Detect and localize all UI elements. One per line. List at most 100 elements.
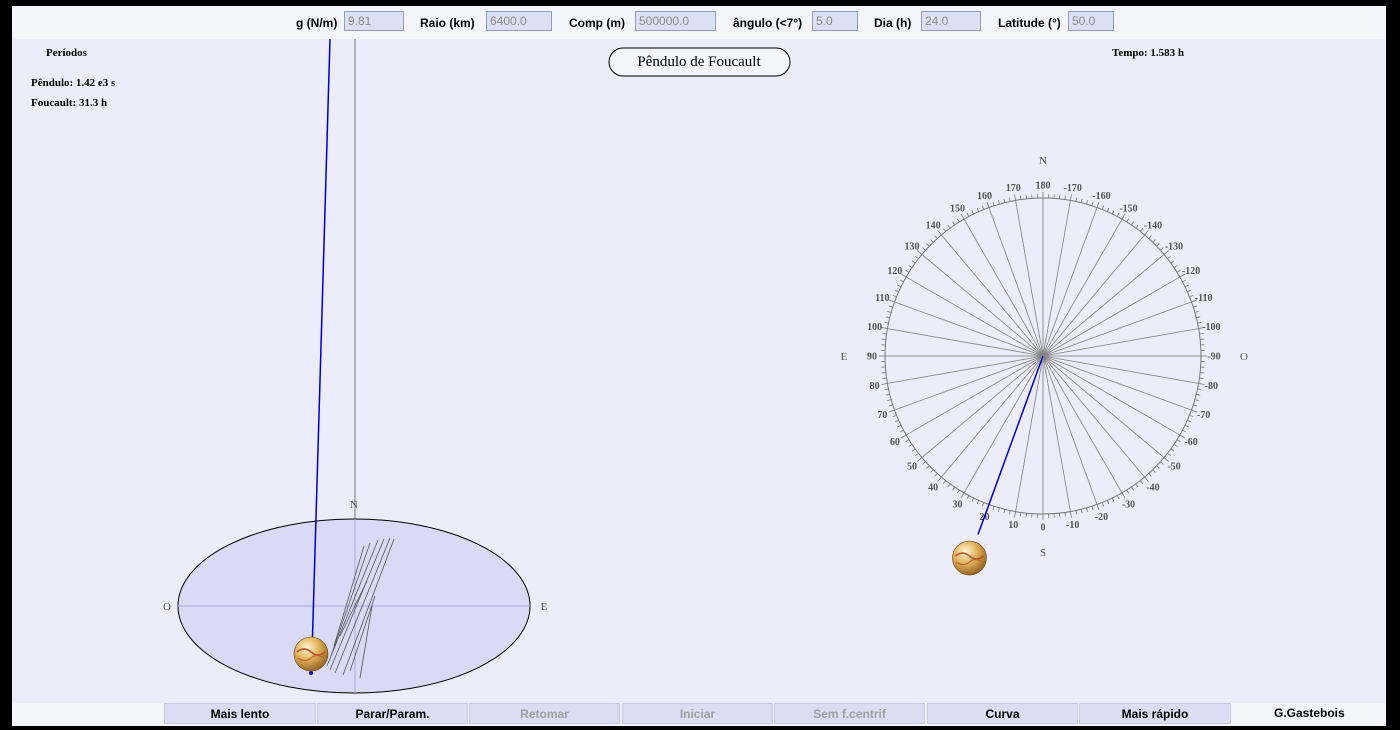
dial-tick: [881, 327, 888, 329]
dial-tick: [1199, 333, 1204, 335]
dial-tick: [992, 506, 995, 511]
dial-tick: [1156, 465, 1160, 469]
dial-tick: [884, 388, 889, 391]
dial-north-label: N: [1039, 155, 1047, 167]
slower-button[interactable]: Mais lento: [164, 703, 316, 724]
dial-degree-label: -90: [1207, 352, 1220, 363]
dial-tick: [1184, 424, 1189, 428]
dial-degree-label: 170: [1006, 183, 1021, 194]
dial-tick: [915, 255, 919, 260]
dial-tick: [976, 500, 980, 505]
dial-tick: [1014, 511, 1016, 518]
no-centrifugal-button[interactable]: Sem f.centrif: [774, 703, 925, 724]
dial-tick: [1008, 197, 1011, 202]
dial-tick: [887, 399, 892, 402]
dial-tick: [1156, 243, 1160, 247]
curve-button[interactable]: Curva: [927, 703, 1078, 724]
dial-tick: [942, 228, 947, 232]
dial-tick: [934, 473, 938, 477]
dial-degree-label: -40: [1146, 482, 1159, 493]
dial-tick: [1111, 497, 1115, 502]
page-title: Pêndulo de Foucault: [637, 54, 761, 70]
dial-tick: [1121, 213, 1126, 220]
dial-degree-label: 120: [887, 266, 902, 277]
dial-east-label: E: [841, 351, 848, 363]
faster-button[interactable]: Mais rápido: [1079, 703, 1231, 724]
dial-tick: [1182, 279, 1187, 283]
dial-tick: [905, 269, 910, 273]
side-east-label: E: [541, 601, 548, 613]
dial-degree-label: 80: [870, 381, 880, 392]
dial-tick: [1070, 511, 1072, 518]
dial-degree-label: 40: [928, 482, 938, 493]
dial-tick: [1184, 284, 1189, 288]
dial-tick: [960, 213, 965, 220]
dial-tick: [1014, 194, 1016, 201]
dial-degree-label: 110: [875, 293, 889, 304]
dial-pendulum-string: [977, 355, 1044, 535]
dial-tick: [956, 489, 960, 494]
dial-tick: [1176, 439, 1181, 443]
control-bar: Mais lento Parar/Param. Retomar Iniciar …: [12, 703, 1386, 726]
dial-tick: [1075, 510, 1078, 515]
dial-tick: [899, 279, 904, 283]
dial-tick: [1070, 194, 1072, 201]
dial-degree-label: -110: [1195, 293, 1213, 304]
dial-tick: [947, 224, 951, 229]
dial-tick: [888, 299, 895, 303]
dial-degree-label: 160: [977, 191, 992, 202]
dial-tick: [976, 207, 980, 212]
dial-tick: [911, 448, 916, 452]
dial-tick: [1152, 469, 1156, 473]
dial-tick: [1148, 473, 1152, 477]
dial-degree-label: -70: [1197, 410, 1210, 421]
dial-tick: [952, 486, 955, 491]
dial-tick: [966, 212, 970, 217]
dial-tick: [888, 404, 893, 407]
side-west-label: O: [163, 601, 171, 613]
foucault-period: Foucault: 31.3 h: [31, 97, 107, 109]
dial-tick: [1020, 195, 1022, 200]
dial-degree-label: 130: [905, 242, 920, 253]
dial-tick: [1131, 221, 1134, 226]
dial-tick: [1003, 509, 1006, 514]
dial-tick: [1187, 419, 1192, 423]
dial-tick: [908, 444, 913, 447]
dial-tick: [981, 205, 985, 210]
dial-tick: [897, 284, 902, 288]
dial-tick: [1193, 404, 1198, 407]
stop-params-button[interactable]: Parar/Param.: [317, 703, 468, 724]
dial-tick: [1126, 489, 1130, 494]
dial-degree-label: -160: [1092, 191, 1110, 202]
dial-tick: [971, 497, 975, 502]
dial-tick: [1086, 200, 1089, 205]
dial-degree-label: 10: [1008, 520, 1018, 531]
dial-tick: [911, 260, 916, 264]
periods-heading: Períodos: [46, 47, 88, 59]
dial-tick: [1167, 452, 1171, 457]
dial-tick: [942, 480, 947, 484]
dial-tick: [1152, 239, 1156, 243]
resume-button[interactable]: Retomar: [469, 703, 620, 724]
dial-tick: [1187, 289, 1192, 293]
dial-tick: [900, 434, 907, 439]
dial-tick: [1197, 321, 1202, 324]
dial-tick: [1126, 218, 1130, 223]
start-button[interactable]: Iniciar: [622, 703, 773, 724]
dial-tick: [1173, 265, 1178, 268]
dial-tick: [1189, 414, 1194, 418]
dial-degree-label: -80: [1205, 381, 1218, 392]
dial-tick: [930, 469, 934, 473]
dial-tick: [905, 439, 910, 443]
dial-tick: [882, 377, 887, 379]
dial-degree-label: 70: [877, 410, 887, 421]
dial-tick: [894, 289, 899, 293]
dial-tick: [1194, 310, 1199, 313]
dial-tick: [1189, 294, 1194, 298]
dial-tick: [1167, 255, 1171, 260]
dial-degree-label: 0: [1041, 523, 1046, 534]
dial-tick: [997, 200, 1000, 205]
dial-tick: [997, 507, 1000, 512]
dial-tick: [1075, 197, 1078, 202]
dial-tick: [1160, 247, 1164, 251]
